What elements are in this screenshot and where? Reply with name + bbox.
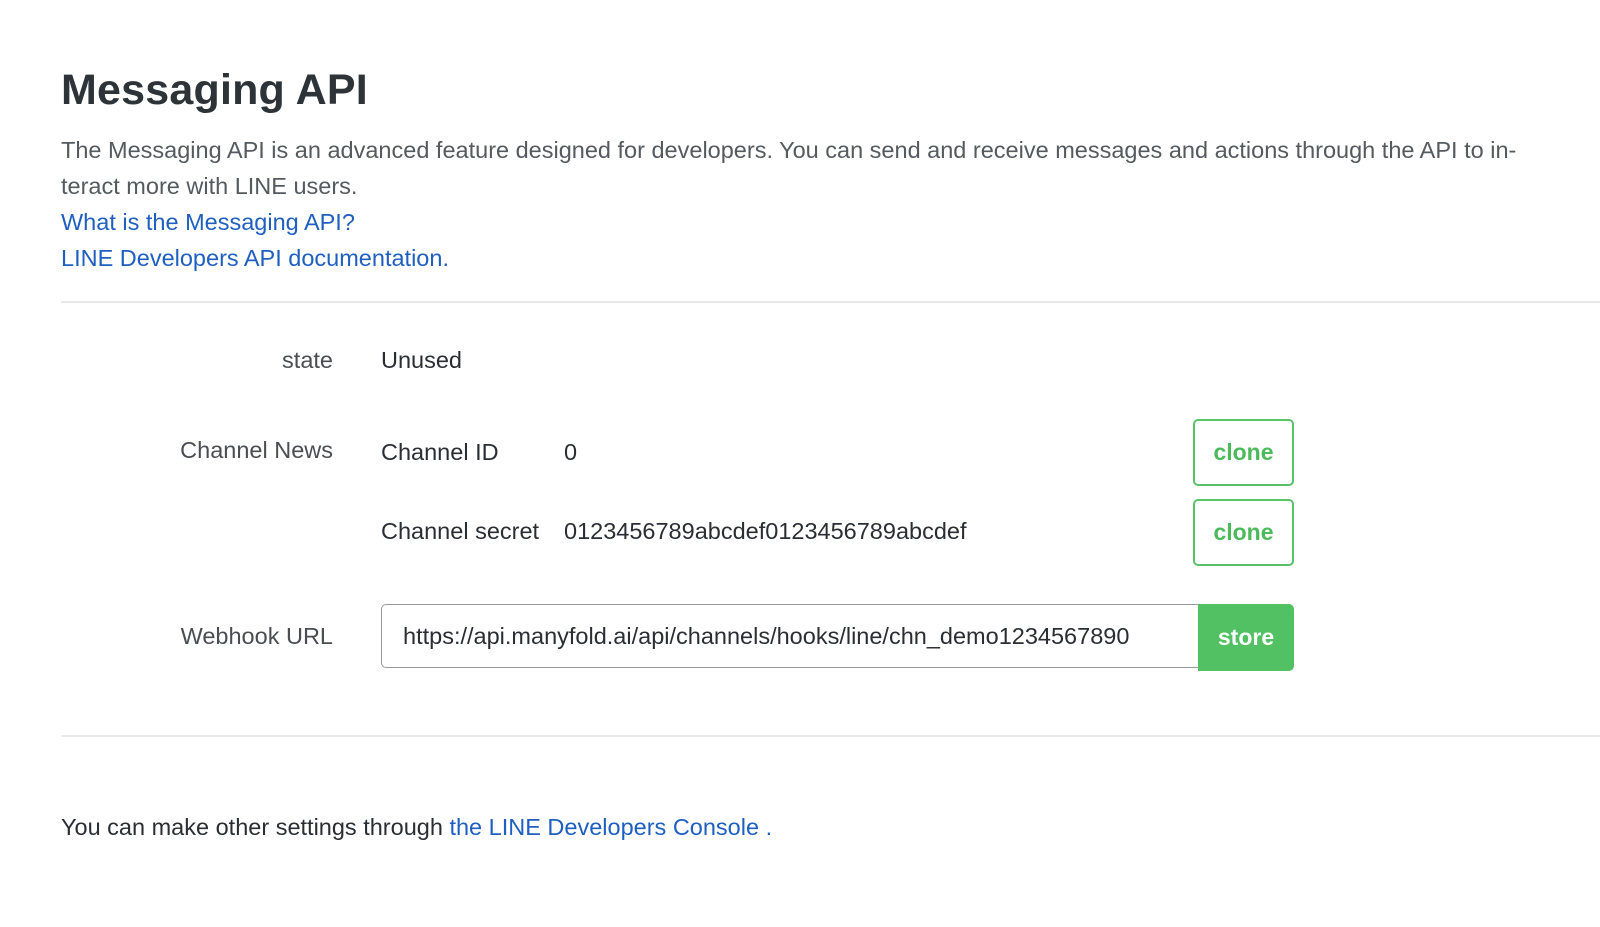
section-divider-top [61,301,1600,303]
state-label: state [282,347,333,373]
page-title: Messaging API [61,66,368,114]
clone-channel-id-button[interactable]: clone [1193,419,1294,486]
api-documentation-link[interactable]: LINE Developers API documentation. [61,240,449,276]
store-webhook-button[interactable]: store [1198,604,1294,671]
clone-channel-secret-button[interactable]: clone [1193,499,1294,566]
webhook-url-input[interactable] [381,604,1199,668]
webhook-url-label: Webhook URL [180,623,333,649]
channel-secret-label: Channel secret [381,518,540,544]
what-is-messaging-api-link[interactable]: What is the Messaging API? [61,204,355,240]
channel-id-value: 0 [564,439,578,465]
channel-id-label: Channel ID [381,439,499,465]
channel-secret-value: 0123456789abcdef0123456789abcdef [564,518,967,544]
line-developers-console-link[interactable]: the LINE Developers Console . [449,814,772,840]
footer-text: You can make other settings through [61,814,450,840]
section-divider-bottom [61,735,1600,737]
footer-note: You can make other settings through the … [61,814,772,841]
channel-news-label: Channel News [180,437,333,463]
page-description: The Messaging API is an advanced feature… [61,137,1517,199]
state-value: Unused [381,347,462,373]
